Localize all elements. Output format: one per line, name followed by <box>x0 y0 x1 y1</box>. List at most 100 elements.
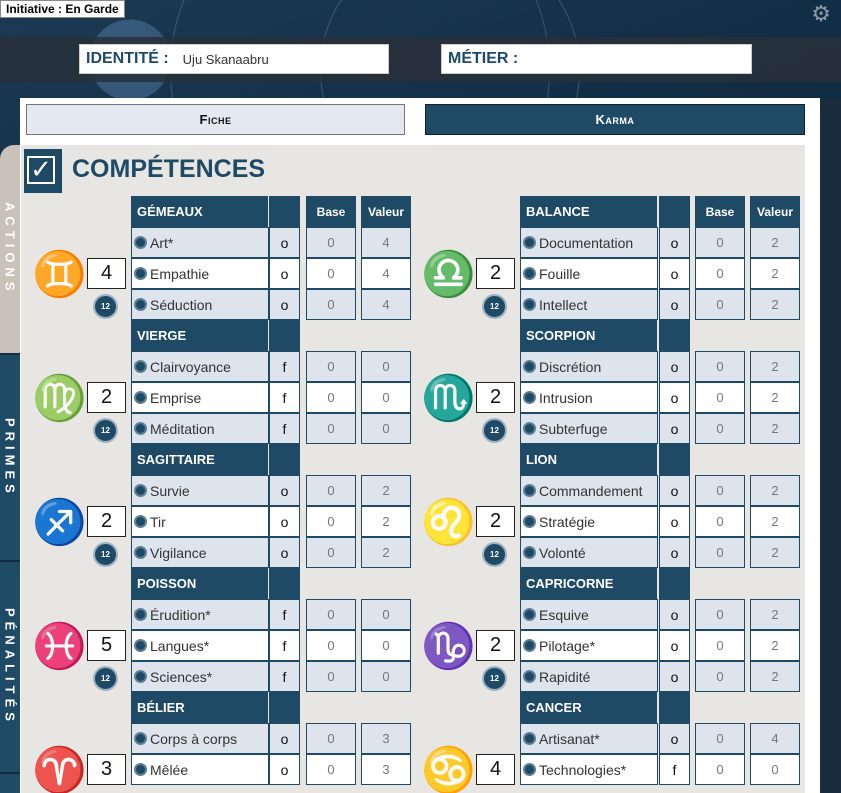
skill-base[interactable]: 0 <box>306 723 356 754</box>
skill-mode[interactable]: f <box>269 661 300 692</box>
gear-icon[interactable]: ⚙ <box>811 1 831 27</box>
skill-base[interactable]: 0 <box>695 227 745 258</box>
skill-roll-icon[interactable] <box>523 391 536 404</box>
skill-name-cell[interactable]: Pilotage* <box>520 630 658 661</box>
sign-score[interactable]: 4 <box>476 754 515 785</box>
skill-name-cell[interactable]: Documentation <box>520 227 658 258</box>
skill-roll-icon[interactable] <box>134 267 147 280</box>
skill-mode[interactable]: o <box>659 506 690 537</box>
skill-base[interactable]: 0 <box>306 258 356 289</box>
skill-name-cell[interactable]: Volonté <box>520 537 658 568</box>
skill-roll-icon[interactable] <box>523 670 536 683</box>
dice-icon[interactable]: 12 <box>482 666 507 691</box>
skill-mode[interactable]: o <box>659 413 690 444</box>
skill-name-cell[interactable]: Méditation <box>131 413 269 444</box>
skill-name-cell[interactable]: Emprise <box>131 382 269 413</box>
skill-base[interactable]: 0 <box>695 506 745 537</box>
identite-value[interactable]: Uju Skanaabru <box>177 52 269 67</box>
skill-roll-icon[interactable] <box>523 608 536 621</box>
skill-roll-icon[interactable] <box>523 267 536 280</box>
skill-name-cell[interactable]: Fouille <box>520 258 658 289</box>
skill-mode[interactable]: o <box>659 537 690 568</box>
skill-name-cell[interactable]: Empathie <box>131 258 269 289</box>
skill-base[interactable]: 0 <box>306 599 356 630</box>
skill-base[interactable]: 0 <box>306 227 356 258</box>
tab-karma[interactable]: Karma <box>425 104 805 135</box>
skill-name-cell[interactable]: Séduction <box>131 289 269 320</box>
skill-roll-icon[interactable] <box>134 763 147 776</box>
skill-name-cell[interactable]: Esquive <box>520 599 658 630</box>
skill-mode[interactable]: o <box>659 599 690 630</box>
skill-base[interactable]: 0 <box>695 754 745 785</box>
skill-mode[interactable]: f <box>269 351 300 382</box>
skill-mode[interactable]: f <box>269 413 300 444</box>
sign-score[interactable]: 3 <box>87 754 126 785</box>
skill-name-cell[interactable]: Rapidité <box>520 661 658 692</box>
skill-roll-icon[interactable] <box>523 422 536 435</box>
skill-mode[interactable]: o <box>659 258 690 289</box>
skill-base[interactable]: 0 <box>306 413 356 444</box>
sign-score[interactable]: 2 <box>87 382 126 413</box>
skill-base[interactable]: 0 <box>306 506 356 537</box>
skill-base[interactable]: 0 <box>306 351 356 382</box>
sign-score[interactable]: 2 <box>476 630 515 661</box>
skill-base[interactable]: 0 <box>306 537 356 568</box>
sign-score[interactable]: 2 <box>476 258 515 289</box>
skill-base[interactable]: 0 <box>306 475 356 506</box>
skill-mode[interactable]: o <box>269 537 300 568</box>
dice-icon[interactable]: 12 <box>93 542 118 567</box>
skill-base[interactable]: 0 <box>695 258 745 289</box>
skill-mode[interactable]: o <box>659 227 690 258</box>
dice-icon[interactable]: 12 <box>482 542 507 567</box>
skill-base[interactable]: 0 <box>695 351 745 382</box>
skill-base[interactable]: 0 <box>695 661 745 692</box>
skill-mode[interactable]: o <box>659 723 690 754</box>
skill-roll-icon[interactable] <box>523 515 536 528</box>
skill-base[interactable]: 0 <box>695 475 745 506</box>
skill-roll-icon[interactable] <box>134 515 147 528</box>
sign-score[interactable]: 2 <box>476 382 515 413</box>
dice-icon[interactable]: 12 <box>93 666 118 691</box>
skill-base[interactable]: 0 <box>695 599 745 630</box>
skill-base[interactable]: 0 <box>695 630 745 661</box>
identite-field[interactable]: IDENTITÉ : Uju Skanaabru <box>79 44 389 74</box>
skill-roll-icon[interactable] <box>523 763 536 776</box>
skill-roll-icon[interactable] <box>134 546 147 559</box>
skill-roll-icon[interactable] <box>523 236 536 249</box>
skill-roll-icon[interactable] <box>134 360 147 373</box>
skill-roll-icon[interactable] <box>523 360 536 373</box>
dice-icon[interactable]: 12 <box>482 418 507 443</box>
skill-base[interactable]: 0 <box>306 289 356 320</box>
checkbox-icon[interactable]: ✓ <box>27 156 55 184</box>
sign-score[interactable]: 4 <box>87 258 126 289</box>
skill-name-cell[interactable]: Vigilance <box>131 537 269 568</box>
skill-mode[interactable]: o <box>269 227 300 258</box>
skill-base[interactable]: 0 <box>695 723 745 754</box>
skill-roll-icon[interactable] <box>134 484 147 497</box>
side-tab-primes[interactable]: PRIMES <box>0 355 20 560</box>
sign-score[interactable]: 2 <box>87 506 126 537</box>
skill-base[interactable]: 0 <box>306 661 356 692</box>
skill-name-cell[interactable]: Clairvoyance <box>131 351 269 382</box>
skill-mode[interactable]: f <box>269 630 300 661</box>
skill-roll-icon[interactable] <box>523 639 536 652</box>
skill-roll-icon[interactable] <box>134 236 147 249</box>
skill-roll-icon[interactable] <box>134 608 147 621</box>
skill-roll-icon[interactable] <box>134 422 147 435</box>
skill-roll-icon[interactable] <box>134 670 147 683</box>
tab-fiche[interactable]: Fiche <box>26 104 405 135</box>
skill-name-cell[interactable]: Langues* <box>131 630 269 661</box>
skill-mode[interactable]: o <box>269 754 300 785</box>
skill-name-cell[interactable]: Artisanat* <box>520 723 658 754</box>
skill-name-cell[interactable]: Discrétion <box>520 351 658 382</box>
dice-icon[interactable]: 12 <box>93 418 118 443</box>
skill-roll-icon[interactable] <box>134 298 147 311</box>
side-tab-penalites[interactable]: PÉNALITÉS <box>0 562 20 772</box>
metier-field[interactable]: MÉTIER : <box>441 44 752 74</box>
skill-mode[interactable]: o <box>269 258 300 289</box>
skill-base[interactable]: 0 <box>306 754 356 785</box>
dice-icon[interactable]: 12 <box>482 294 507 319</box>
skill-base[interactable]: 0 <box>306 382 356 413</box>
skill-roll-icon[interactable] <box>134 639 147 652</box>
side-tab-actions[interactable]: ACTIONS <box>0 145 20 353</box>
